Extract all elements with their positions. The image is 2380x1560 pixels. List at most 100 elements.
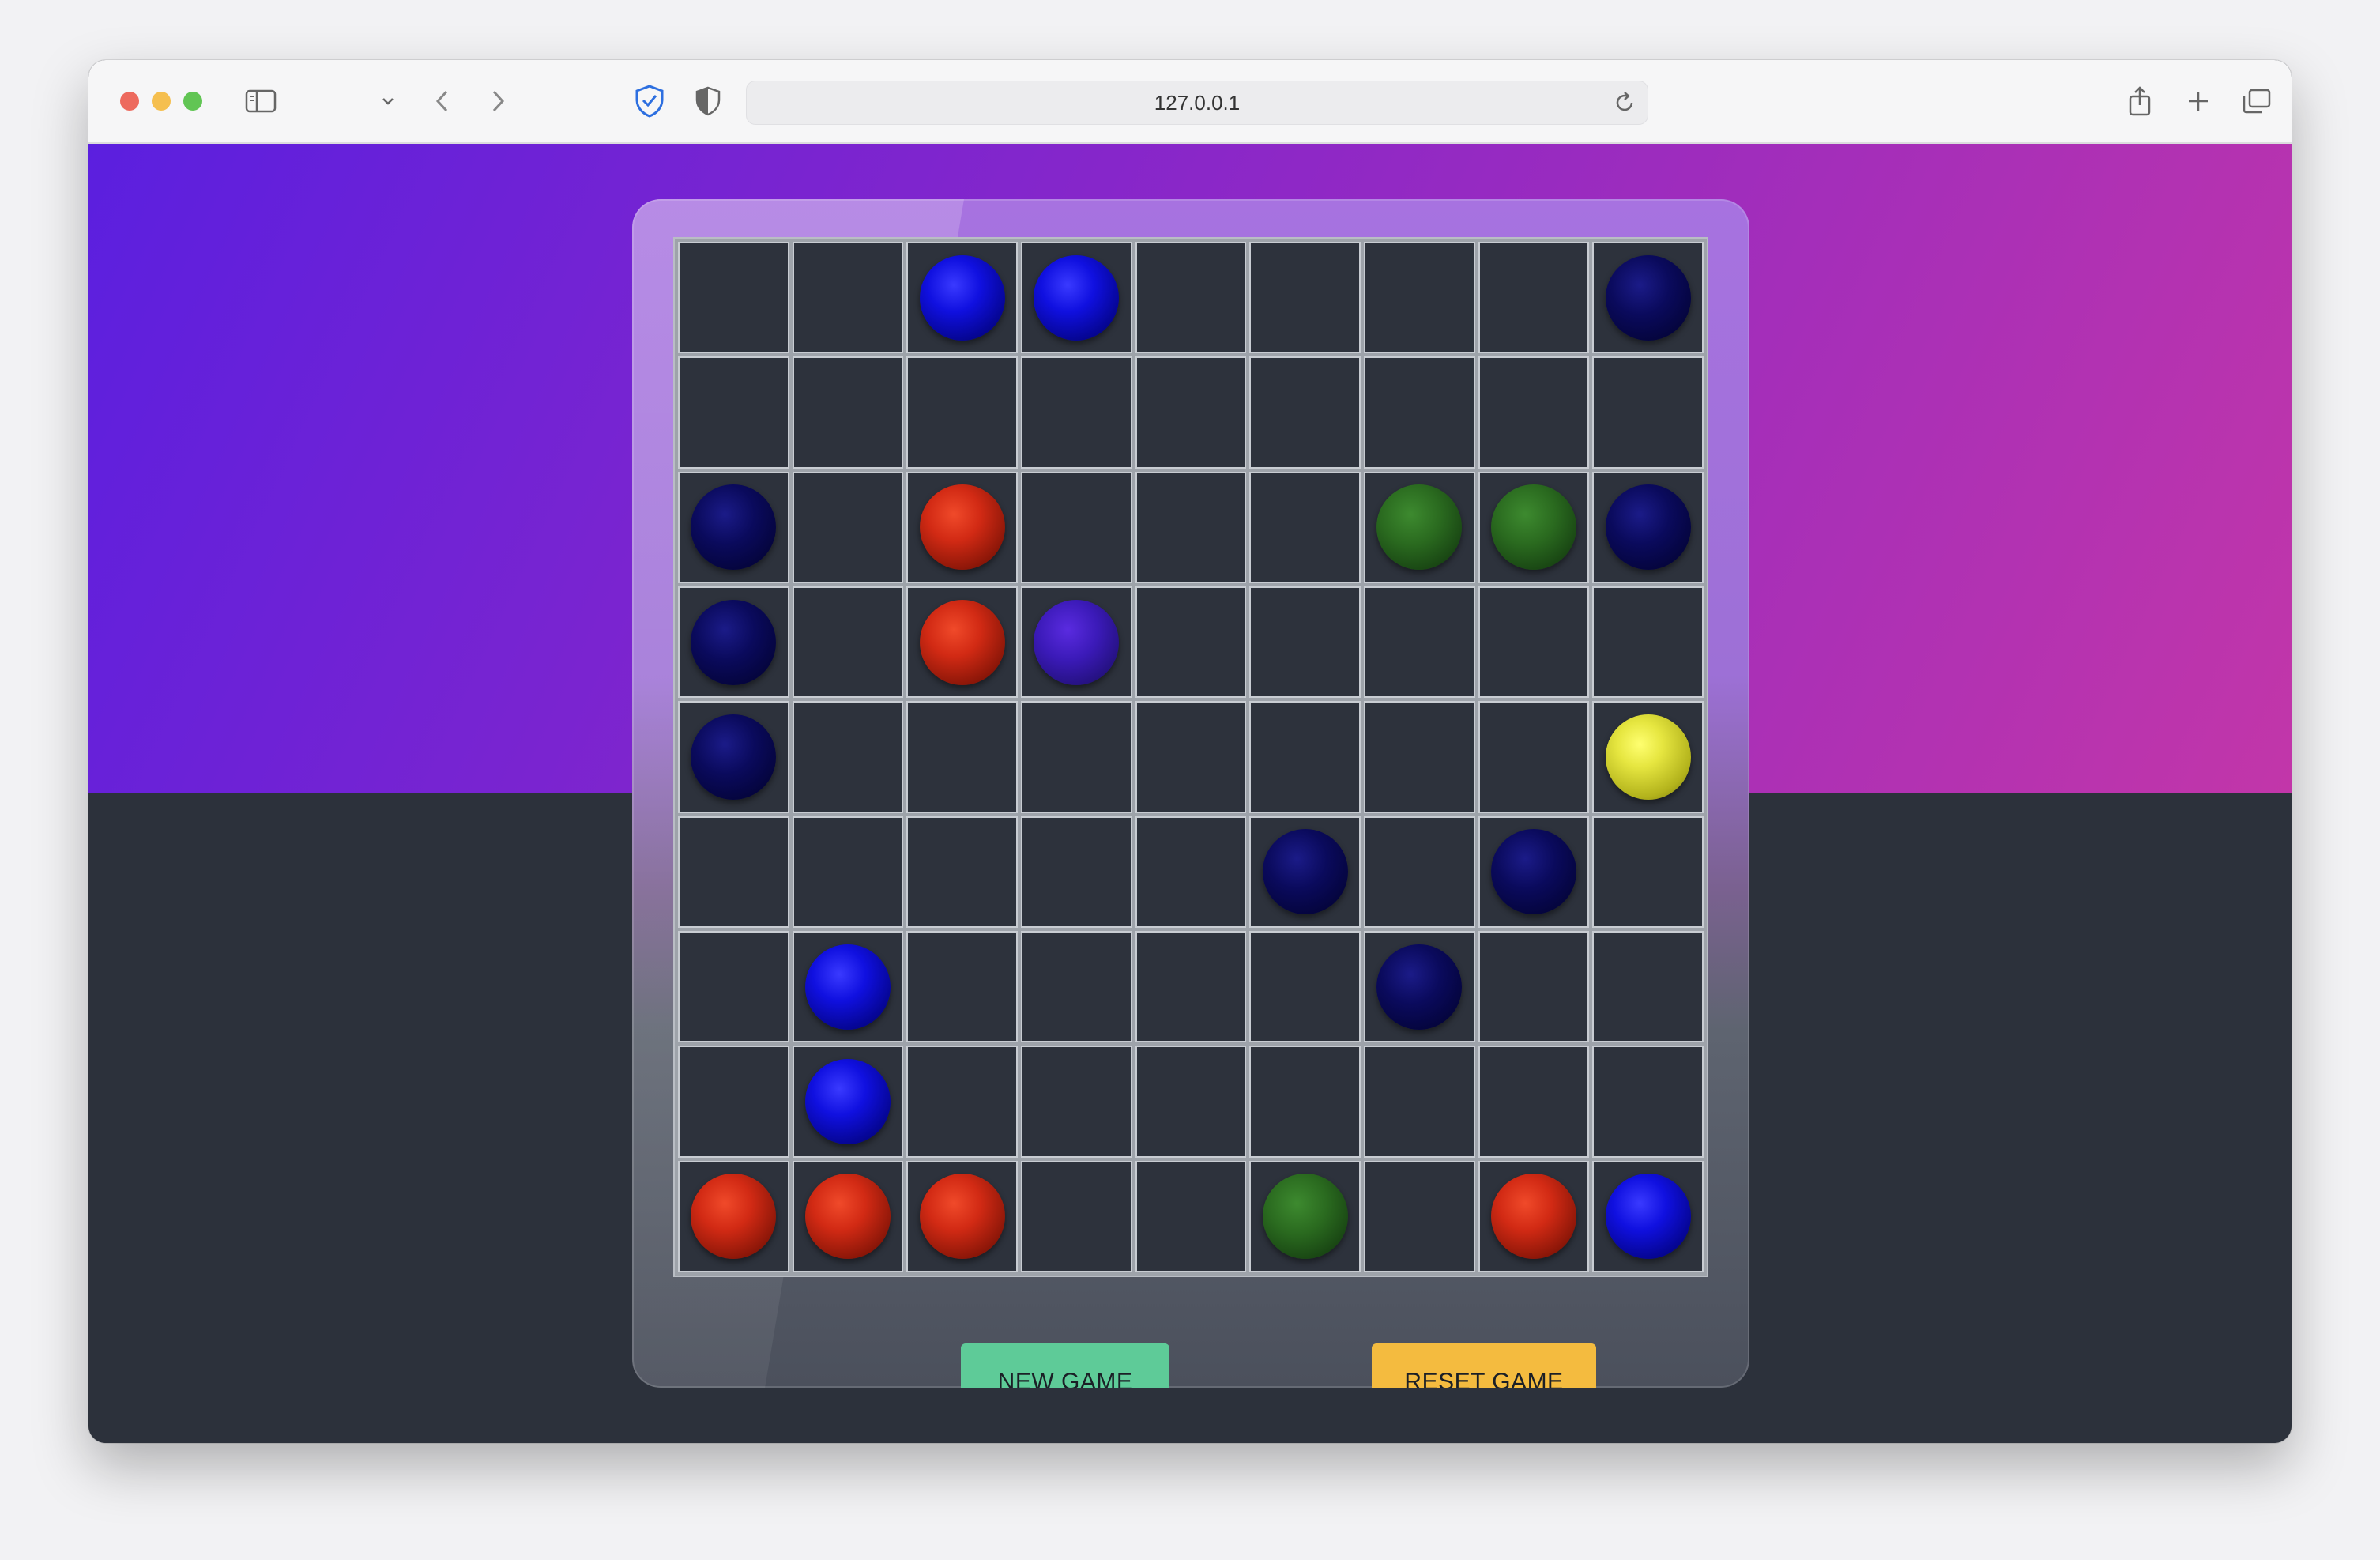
board-cell[interactable]	[1592, 816, 1704, 928]
board-cell[interactable]	[1021, 816, 1132, 928]
board-cell[interactable]	[1592, 242, 1704, 354]
blue-ball[interactable]	[1034, 254, 1120, 341]
board-cell[interactable]	[678, 1160, 789, 1272]
board-cell[interactable]	[678, 1046, 789, 1158]
board-cell[interactable]	[1249, 1046, 1361, 1158]
navy-ball[interactable]	[1262, 829, 1348, 915]
board-cell[interactable]	[1249, 471, 1361, 583]
green-ball[interactable]	[1376, 484, 1463, 571]
red-ball[interactable]	[919, 599, 1005, 685]
green-ball[interactable]	[1262, 1174, 1348, 1260]
red-ball[interactable]	[691, 1174, 777, 1260]
board-cell[interactable]	[906, 930, 1018, 1043]
board-cell[interactable]	[906, 1160, 1018, 1272]
board-cell[interactable]	[1249, 356, 1361, 469]
board-cell[interactable]	[1249, 701, 1361, 813]
back-arrow-icon[interactable]	[430, 82, 455, 120]
board-cell[interactable]	[1249, 586, 1361, 699]
board-cell[interactable]	[1478, 816, 1590, 928]
board-cell[interactable]	[1478, 471, 1590, 583]
board-cell[interactable]	[1592, 356, 1704, 469]
board-cell[interactable]	[1478, 356, 1590, 469]
board-cell[interactable]	[1021, 701, 1132, 813]
board-cell[interactable]	[1249, 1160, 1361, 1272]
board-cell[interactable]	[1135, 356, 1247, 469]
board-cell[interactable]	[1364, 816, 1475, 928]
reset-game-button[interactable]: RESET GAME	[1372, 1343, 1596, 1388]
navy-ball[interactable]	[691, 714, 777, 800]
board-cell[interactable]	[1249, 242, 1361, 354]
board-cell[interactable]	[792, 242, 904, 354]
board-cell[interactable]	[792, 586, 904, 699]
board-cell[interactable]	[1592, 1046, 1704, 1158]
board-cell[interactable]	[678, 930, 789, 1043]
chevron-down-icon[interactable]	[379, 82, 397, 120]
board-cell[interactable]	[906, 1046, 1018, 1158]
board-cell[interactable]	[906, 356, 1018, 469]
board-cell[interactable]	[1135, 586, 1247, 699]
blue-ball[interactable]	[804, 1058, 891, 1144]
board-cell[interactable]	[678, 471, 789, 583]
close-window-button[interactable]	[120, 92, 139, 111]
board-cell[interactable]	[1135, 242, 1247, 354]
board-cell[interactable]	[1478, 701, 1590, 813]
new-game-button[interactable]: NEW GAME	[961, 1343, 1169, 1388]
board-cell[interactable]	[1135, 930, 1247, 1043]
board-cell[interactable]	[1364, 1160, 1475, 1272]
green-ball[interactable]	[1490, 484, 1576, 571]
yellow-ball[interactable]	[1605, 714, 1691, 800]
navy-ball[interactable]	[691, 484, 777, 571]
board-cell[interactable]	[1364, 356, 1475, 469]
board-cell[interactable]	[1364, 930, 1475, 1043]
board-cell[interactable]	[1135, 701, 1247, 813]
board-cell[interactable]	[1478, 1046, 1590, 1158]
board-cell[interactable]	[678, 586, 789, 699]
address-bar[interactable]: 127.0.0.1	[746, 81, 1648, 125]
board-cell[interactable]	[1364, 586, 1475, 699]
board-cell[interactable]	[906, 242, 1018, 354]
reader-shield-icon[interactable]	[692, 82, 724, 120]
share-icon[interactable]	[2124, 82, 2156, 120]
navy-ball[interactable]	[691, 599, 777, 685]
board-cell[interactable]	[1135, 1160, 1247, 1272]
board-cell[interactable]	[792, 356, 904, 469]
board-cell[interactable]	[678, 242, 789, 354]
board-cell[interactable]	[1364, 1046, 1475, 1158]
board-cell[interactable]	[1021, 1046, 1132, 1158]
board-cell[interactable]	[1364, 242, 1475, 354]
board-cell[interactable]	[1135, 471, 1247, 583]
blue-ball[interactable]	[919, 254, 1005, 341]
blue-ball[interactable]	[1605, 1174, 1691, 1260]
board-cell[interactable]	[1364, 471, 1475, 583]
navy-ball[interactable]	[1490, 829, 1576, 915]
red-ball[interactable]	[919, 1174, 1005, 1260]
minimize-window-button[interactable]	[152, 92, 171, 111]
blue-ball[interactable]	[804, 944, 891, 1030]
new-tab-icon[interactable]	[2182, 82, 2214, 120]
board-cell[interactable]	[1249, 930, 1361, 1043]
red-ball[interactable]	[919, 484, 1005, 571]
board-cell[interactable]	[678, 356, 789, 469]
board-cell[interactable]	[792, 816, 904, 928]
board-cell[interactable]	[1021, 586, 1132, 699]
forward-arrow-icon[interactable]	[485, 82, 510, 120]
board-cell[interactable]	[1021, 1160, 1132, 1272]
board-cell[interactable]	[1021, 242, 1132, 354]
tab-overview-icon[interactable]	[2239, 82, 2274, 120]
board-cell[interactable]	[1249, 816, 1361, 928]
board-cell[interactable]	[1592, 471, 1704, 583]
board-cell[interactable]	[1021, 471, 1132, 583]
board-cell[interactable]	[906, 701, 1018, 813]
sidebar-toggle-icon[interactable]	[243, 82, 278, 120]
board-cell[interactable]	[678, 701, 789, 813]
navy-ball[interactable]	[1605, 484, 1691, 571]
board-cell[interactable]	[1021, 930, 1132, 1043]
board-cell[interactable]	[792, 1160, 904, 1272]
board-cell[interactable]	[1478, 930, 1590, 1043]
board-cell[interactable]	[1478, 586, 1590, 699]
navy-ball[interactable]	[1605, 254, 1691, 341]
board-cell[interactable]	[906, 471, 1018, 583]
board-cell[interactable]	[1592, 930, 1704, 1043]
board-cell[interactable]	[1592, 701, 1704, 813]
purple-ball[interactable]	[1034, 599, 1120, 685]
